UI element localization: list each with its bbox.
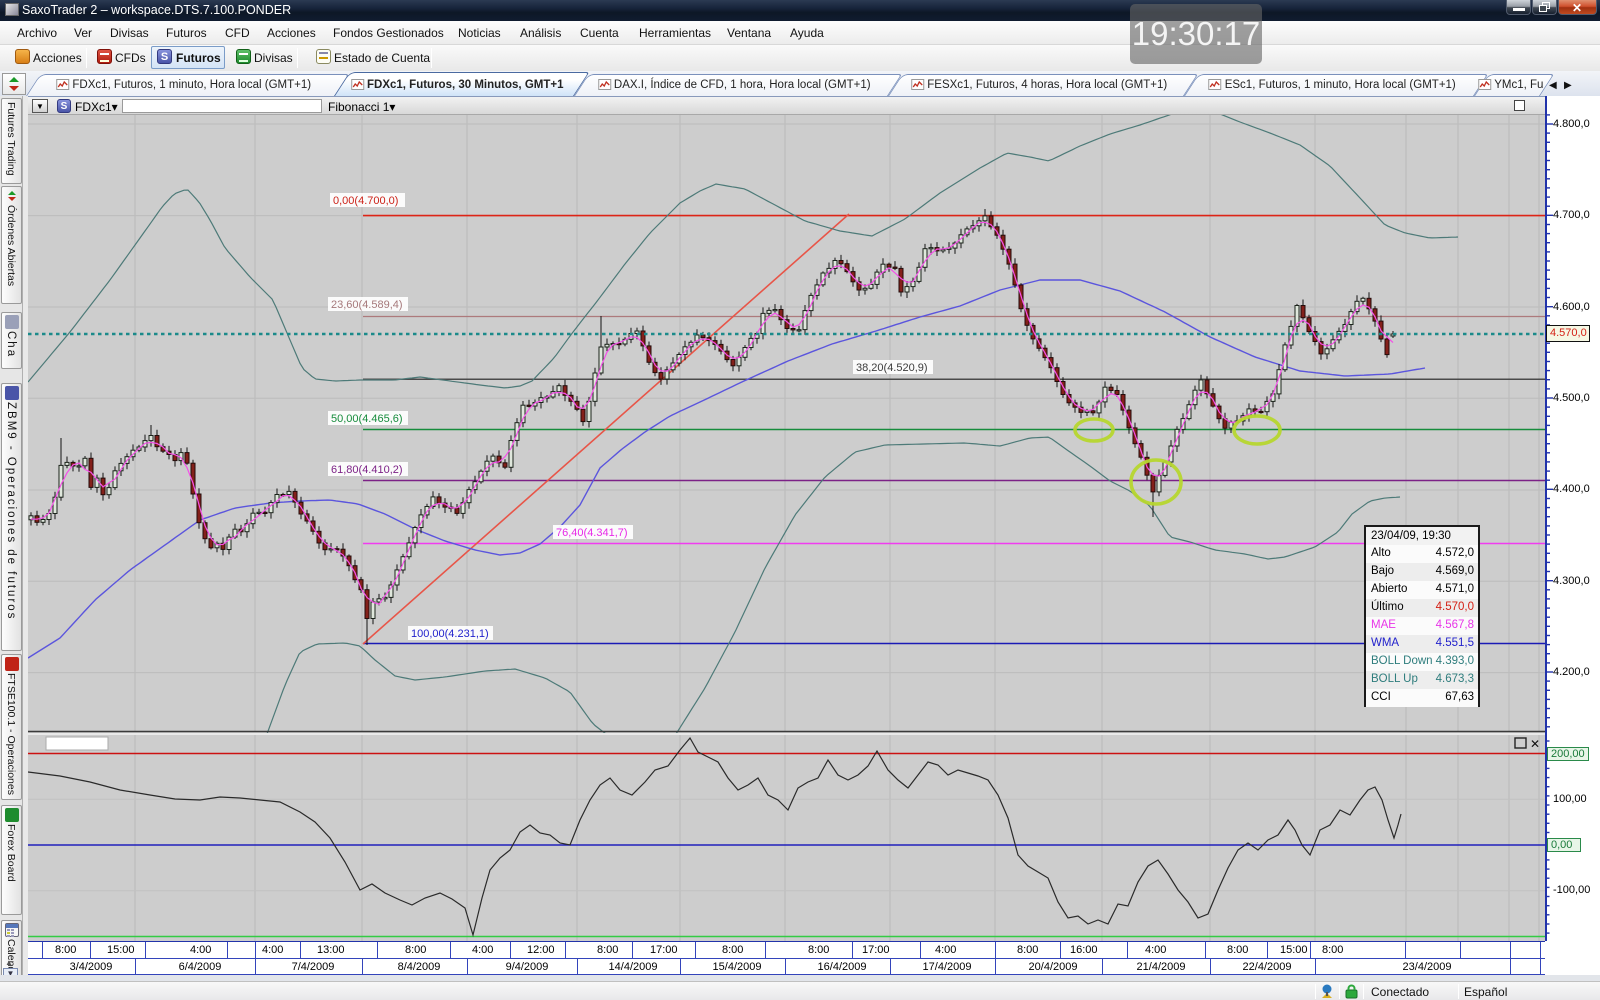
svg-text:50,00(4.465,6): 50,00(4.465,6) — [331, 413, 403, 425]
svg-text:✕: ✕ — [1530, 737, 1540, 751]
svg-text:76,40(4.341,7): 76,40(4.341,7) — [556, 527, 628, 539]
svg-text:61,80(4.410,2): 61,80(4.410,2) — [331, 464, 403, 476]
svg-text:38,20(4.520,9): 38,20(4.520,9) — [856, 362, 928, 374]
svg-text:100,00(4.231,1): 100,00(4.231,1) — [411, 628, 489, 640]
svg-text:0,00(4.700,0): 0,00(4.700,0) — [333, 195, 398, 207]
svg-text:23,60(4.589,4): 23,60(4.589,4) — [331, 299, 403, 311]
